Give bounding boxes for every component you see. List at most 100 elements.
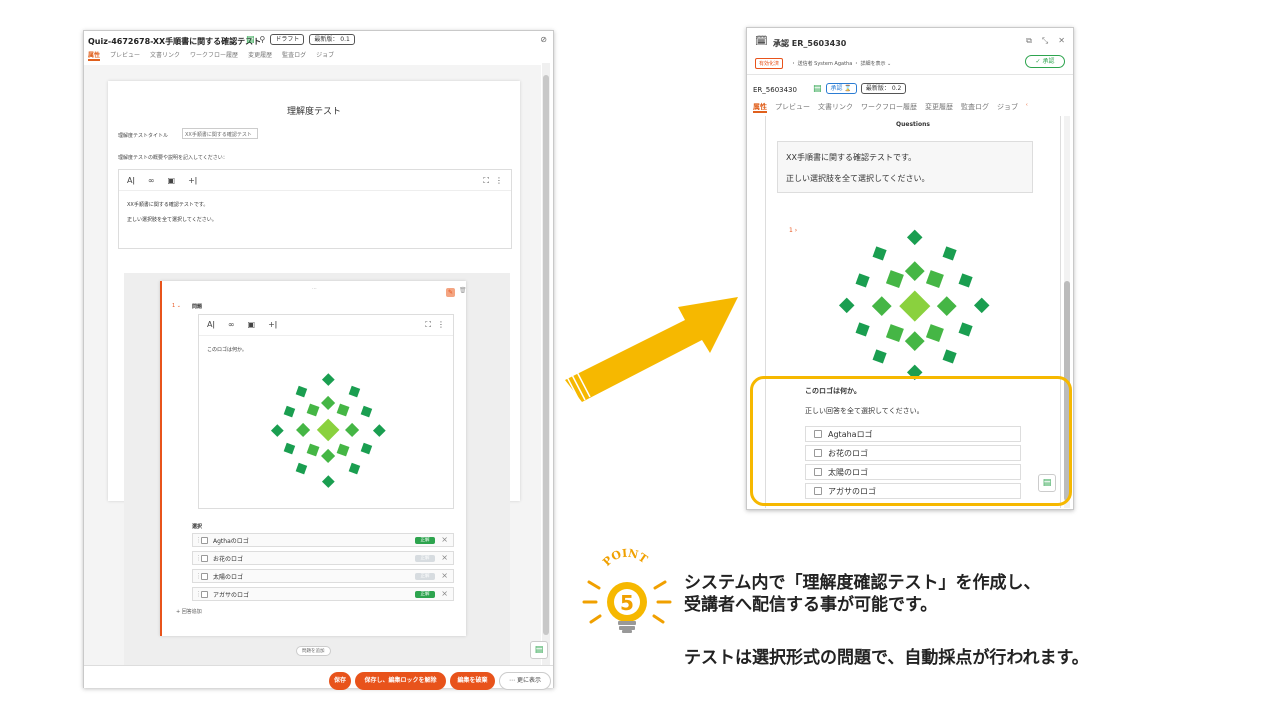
option-checkbox[interactable] — [201, 590, 208, 598]
tab-bar: 属性 プレビュー 文書リンク ワークフロー履歴 変更履歴 監査ログ ジョブ ʿ — [753, 102, 1038, 113]
tab-jobs[interactable]: ジョブ — [316, 52, 334, 59]
approval-window: 🗓 承認 ER_5603430 ⧉ ⤡ ✕ 有効化済 ・ 送信者 System … — [746, 27, 1074, 510]
add-option-button[interactable]: + 回答追加 — [176, 608, 202, 615]
tab-attributes[interactable]: 属性 — [753, 103, 767, 113]
save-unlock-button[interactable]: 保存し、編集ロックを解除 — [355, 672, 446, 690]
option-text: Agthaのロゴ — [213, 537, 249, 545]
status-badge: 有効化済 — [755, 58, 784, 69]
tab-preview[interactable]: プレビュー — [110, 52, 140, 59]
option-row[interactable]: ⋮ アガサのロゴ 正解 × — [192, 587, 454, 601]
tab-jobs[interactable]: ジョブ — [997, 103, 1018, 111]
link-icon[interactable]: ⊘ — [540, 35, 547, 44]
scrollbar[interactable] — [542, 63, 550, 665]
description-line-2: 正しい選択肢を全て選択してください。 — [127, 217, 217, 223]
correct-toggle[interactable]: 正解 — [415, 555, 435, 562]
expand-icon[interactable]: ⛶ — [425, 320, 431, 330]
link-icon[interactable]: ∞ — [148, 176, 155, 185]
image-icon[interactable]: ▣ — [168, 176, 176, 185]
clipboard-icon[interactable]: ▤ — [246, 35, 255, 45]
tab-doc-links[interactable]: 文書リンク — [150, 52, 180, 59]
tab-doc-links[interactable]: 文書リンク — [818, 103, 853, 111]
description-editor[interactable]: Aǀ ∞ ▣ +ǀ ⛶ ⋮ XX手順書に関する確認テストです。 正しい選択肢を全… — [118, 169, 512, 249]
option-row[interactable]: ⋮ お花のロゴ 正解 × — [192, 551, 454, 565]
title-input[interactable]: XX手順書に関する確認テスト — [182, 128, 258, 139]
correct-toggle[interactable]: 正解 — [415, 537, 435, 544]
document-title: Quiz-4672678-XX手順書に関する確認テスト — [88, 37, 262, 46]
tab-more[interactable]: ʿ — [1026, 103, 1028, 111]
more-icon[interactable]: ⋮ — [437, 320, 445, 329]
options-label: 選択 — [192, 524, 203, 530]
drag-handle[interactable]: ⋯ — [312, 286, 317, 292]
highlight-frame — [750, 376, 1072, 506]
insert-icon[interactable]: +ǀ — [268, 320, 277, 329]
add-question-button[interactable]: 問題を追加 — [296, 646, 331, 656]
insert-icon[interactable]: +ǀ — [188, 176, 197, 185]
editor-window: Quiz-4672678-XX手順書に関する確認テスト ▤ ⚲ ドラフト 最新版… — [83, 30, 554, 690]
edit-icon[interactable]: ✎ — [446, 288, 455, 297]
more-icon[interactable]: ⋮ — [495, 176, 503, 185]
point-number: 5 — [620, 591, 634, 615]
point-lightbulb-icon: POINT 5 — [582, 547, 672, 633]
drag-handle[interactable]: ⋮ — [195, 554, 202, 562]
description-label: 理解度テストの概要や説明を記入してください： — [118, 155, 228, 161]
draft-tag: ドラフト — [270, 34, 305, 45]
remove-option-icon[interactable]: × — [441, 535, 448, 544]
tab-workflow-history[interactable]: ワークフロー履歴 — [861, 103, 917, 111]
save-button[interactable]: 保存 — [329, 672, 351, 690]
latest-version-tag: 最新版： 0.2 — [860, 83, 907, 94]
option-row[interactable]: ⋮ Agthaのロゴ 正解 × — [192, 533, 454, 547]
delete-icon[interactable]: 🗑 — [459, 287, 467, 294]
approve-button[interactable]: ✓ 承認 — [1025, 55, 1065, 68]
window-title: 承認 ER_5603430 — [773, 39, 847, 48]
point-label: POINT — [600, 547, 650, 569]
shrink-icon[interactable]: ⤡ — [1042, 36, 1048, 46]
caption-line-3: テストは選択形式の問題で、自動採点が行われます。 — [684, 648, 1089, 668]
external-link-icon[interactable]: ⧉ — [1026, 36, 1032, 46]
form-heading: 理解度テスト — [286, 107, 341, 117]
link-icon[interactable]: ∞ — [228, 320, 235, 329]
user-key-icon[interactable]: ⚲ — [260, 35, 266, 44]
image-icon[interactable]: ▣ — [248, 320, 256, 329]
tab-change-history[interactable]: 変更履歴 — [925, 103, 953, 111]
calendar-check-icon: 🗓 — [755, 36, 768, 47]
ai-icon[interactable]: Aǀ — [127, 176, 135, 185]
tab-workflow-history[interactable]: ワークフロー履歴 — [190, 52, 238, 59]
sender-info[interactable]: ・ 送信者 System Agatha ・ 詳細を表示 ⌄ — [791, 60, 891, 67]
drag-handle[interactable]: ⋮ — [195, 536, 202, 544]
tab-attributes[interactable]: 属性 — [88, 52, 101, 61]
expand-icon[interactable]: ⛶ — [483, 176, 489, 186]
correct-toggle[interactable]: 正解 — [415, 573, 435, 580]
arrow-graphic — [565, 297, 738, 403]
latest-version-tag: 最新版： 0.1 — [309, 34, 355, 45]
discard-button[interactable]: 編集を破棄 — [450, 672, 495, 690]
drag-handle[interactable]: ⋮ — [195, 572, 202, 580]
correct-toggle[interactable]: 正解 — [415, 591, 435, 598]
agatha-logo-image — [270, 372, 386, 488]
description-line-2: 正しい選択肢を全て選択してください。 — [786, 174, 930, 183]
description-line-1: XX手順書に関する確認テストです。 — [127, 202, 209, 208]
tab-audit-log[interactable]: 監査ログ — [961, 103, 989, 111]
clipboard-fab[interactable]: ▤ — [530, 641, 548, 659]
drag-handle[interactable]: ⋮ — [195, 590, 202, 598]
tab-change-history[interactable]: 変更履歴 — [248, 52, 272, 59]
option-text: アガサのロゴ — [213, 591, 250, 599]
tab-audit-log[interactable]: 監査ログ — [282, 52, 306, 59]
remove-option-icon[interactable]: × — [441, 571, 448, 580]
tab-preview[interactable]: プレビュー — [775, 103, 810, 111]
option-checkbox[interactable] — [201, 554, 208, 562]
question-label: 問題 — [192, 304, 203, 310]
question-text: このロゴは何か。 — [207, 347, 247, 353]
more-button[interactable]: ⋯ 更に表示 — [499, 672, 551, 690]
question-editor[interactable]: Aǀ ∞ ▣ +ǀ ⛶ ⋮ このロゴは何か。 — [198, 314, 454, 509]
remove-option-icon[interactable]: × — [441, 589, 448, 598]
option-text: 太陽のロゴ — [213, 573, 244, 581]
ai-icon[interactable]: Aǀ — [207, 320, 215, 329]
document-id: ER_5603430 — [753, 86, 797, 94]
option-checkbox[interactable] — [201, 536, 208, 544]
close-icon[interactable]: ✕ — [1058, 36, 1065, 46]
option-row[interactable]: ⋮ 太陽のロゴ 正解 × — [192, 569, 454, 583]
remove-option-icon[interactable]: × — [441, 553, 448, 562]
caption-line-2: 受講者へ配信する事が可能です。 — [684, 595, 938, 615]
clipboard-icon[interactable]: ▤ — [813, 84, 822, 94]
option-checkbox[interactable] — [201, 572, 208, 580]
